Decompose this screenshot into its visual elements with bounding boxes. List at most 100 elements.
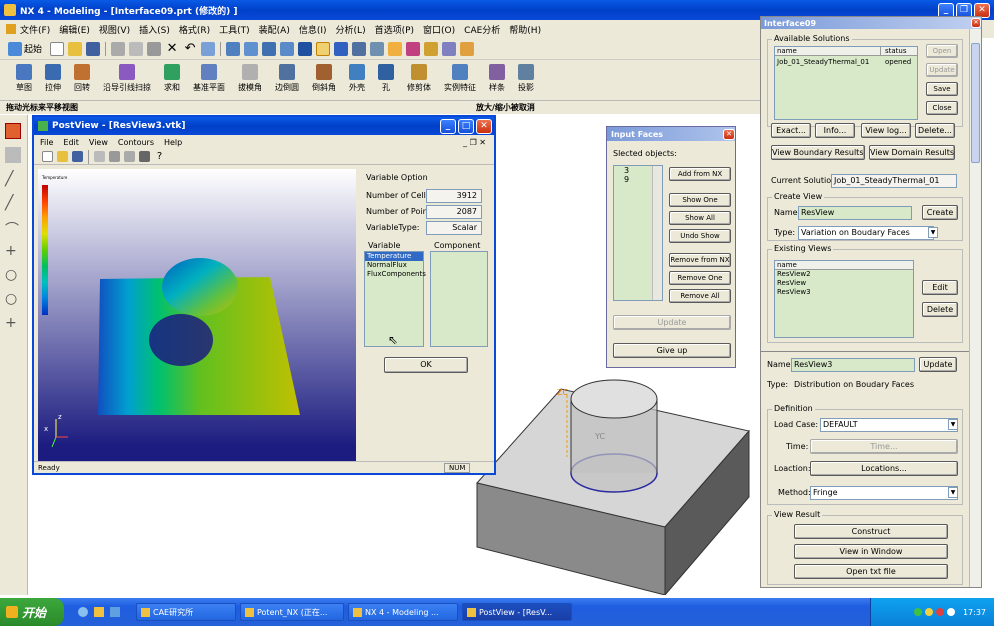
- method-select[interactable]: Fringe: [810, 486, 958, 500]
- magnify-icon[interactable]: [280, 41, 295, 56]
- quicklaunch-folder-icon[interactable]: [94, 607, 104, 617]
- menu-item[interactable]: 帮助(H): [509, 23, 541, 36]
- interface-panel[interactable]: Interface09 ✕ Available Solutions name s…: [760, 16, 982, 588]
- new-icon[interactable]: [42, 151, 53, 162]
- zoom-icon[interactable]: [244, 41, 259, 56]
- print-icon[interactable]: [139, 151, 150, 162]
- view-domain-results-button[interactable]: View Domain Results...: [869, 145, 955, 160]
- quicklaunch-media-icon[interactable]: [110, 607, 120, 617]
- menu-item[interactable]: 分析(L): [336, 23, 366, 36]
- open-file-icon[interactable]: [68, 41, 83, 56]
- variable-item[interactable]: Temperature: [365, 252, 423, 261]
- postview-menu-item[interactable]: Contours: [118, 138, 154, 147]
- ribbon-item[interactable]: 实例特征: [444, 64, 476, 93]
- menu-item[interactable]: 装配(A): [259, 23, 290, 36]
- save-icon[interactable]: [72, 151, 83, 162]
- list-scrollbar[interactable]: [652, 166, 662, 300]
- ribbon-item[interactable]: 修剪体: [407, 64, 431, 93]
- input-faces-button-3[interactable]: Undo Show: [669, 229, 731, 243]
- ribbon-item[interactable]: 草图: [16, 64, 32, 93]
- view-item[interactable]: ResView3: [775, 288, 913, 297]
- shade-icon[interactable]: [352, 41, 367, 56]
- point-tool-icon[interactable]: [5, 147, 21, 163]
- ribbon-item[interactable]: 拉伸: [45, 64, 61, 93]
- close-icon[interactable]: ✕: [723, 128, 735, 140]
- maximize-icon[interactable]: □: [458, 118, 474, 134]
- input-faces-button-1[interactable]: Show One: [669, 193, 731, 207]
- snap-icon[interactable]: [388, 41, 403, 56]
- postview-menu-item[interactable]: View: [89, 138, 108, 147]
- undo-icon[interactable]: ↶: [183, 41, 197, 56]
- menu-item[interactable]: 信息(I): [299, 23, 327, 36]
- table-row[interactable]: Job_01_SteadyThermal_01 opened: [775, 56, 917, 66]
- postview-menu-item[interactable]: Help: [164, 138, 182, 147]
- ribbon-item[interactable]: 样条: [489, 64, 505, 93]
- line2-tool-icon[interactable]: ╱: [5, 195, 21, 211]
- solution-side-button[interactable]: Close: [926, 101, 958, 115]
- select-icon[interactable]: [201, 41, 216, 56]
- help-icon[interactable]: ?: [154, 151, 165, 162]
- wcs-icon[interactable]: [460, 41, 475, 56]
- measure-icon[interactable]: [424, 41, 439, 56]
- interface-title-bar[interactable]: Interface09 ✕: [761, 17, 981, 29]
- circle2-tool-icon[interactable]: ○: [5, 291, 21, 307]
- update-button[interactable]: Update: [613, 315, 731, 330]
- select-tool-icon[interactable]: [5, 123, 21, 139]
- col-name-header[interactable]: name: [775, 47, 881, 55]
- time-button[interactable]: Time...: [810, 439, 958, 454]
- panel-scrollbar[interactable]: [969, 29, 981, 587]
- ribbon-item[interactable]: 沿导引线扫掠: [103, 64, 151, 93]
- existing-views-list[interactable]: name ResView2 ResView ResView3: [774, 260, 914, 338]
- menu-item[interactable]: 工具(T): [219, 23, 250, 36]
- copy-icon[interactable]: [109, 151, 120, 162]
- solution-side-button[interactable]: Update: [926, 63, 958, 77]
- solution-row-button[interactable]: View log...: [861, 123, 911, 138]
- menu-item[interactable]: 文件(F): [20, 23, 50, 36]
- menu-item[interactable]: 编辑(E): [59, 23, 90, 36]
- mdi-controls[interactable]: _ ❐ ✕: [463, 138, 486, 147]
- line-tool-icon[interactable]: ╱: [5, 171, 21, 187]
- solution-row-button[interactable]: Info...: [815, 123, 855, 138]
- construct-button[interactable]: Construct: [794, 524, 948, 539]
- quicklaunch-ie-icon[interactable]: [78, 607, 88, 617]
- new-file-icon[interactable]: [50, 41, 65, 56]
- locations-button[interactable]: Locations...: [810, 461, 958, 476]
- solution-side-button[interactable]: Save: [926, 82, 958, 96]
- delete-view-button[interactable]: Delete: [922, 302, 958, 317]
- input-faces-title-bar[interactable]: Input Faces ✕: [607, 127, 735, 141]
- view-type-select[interactable]: Variation on Boudary Faces: [798, 226, 934, 240]
- chevron-down-icon[interactable]: ▼: [928, 227, 938, 238]
- solution-row-button[interactable]: Delete...: [915, 123, 955, 138]
- rotate-icon[interactable]: [298, 41, 313, 56]
- col-status-header[interactable]: status: [881, 47, 907, 55]
- zoom-window-icon[interactable]: [262, 41, 277, 56]
- fit-icon[interactable]: [226, 41, 241, 56]
- give-up-button[interactable]: Give up: [613, 343, 731, 358]
- start-icon[interactable]: [8, 41, 22, 56]
- paste-icon[interactable]: [124, 151, 135, 162]
- render-icon[interactable]: [334, 41, 349, 56]
- menu-item[interactable]: 插入(S): [139, 23, 170, 36]
- ribbon-item[interactable]: 拔模角: [238, 64, 262, 93]
- views-name-header[interactable]: name: [775, 261, 913, 270]
- view-boundary-results-button[interactable]: View Boundary Results...: [771, 145, 865, 160]
- tray-shield-icon[interactable]: [924, 608, 933, 616]
- delete-icon[interactable]: ✕: [165, 41, 179, 56]
- menu-item[interactable]: 格式(R): [179, 23, 210, 36]
- open-icon[interactable]: [57, 151, 68, 162]
- view-orient-icon[interactable]: [370, 41, 385, 56]
- variable-item[interactable]: NormalFlux: [365, 261, 423, 270]
- create-button[interactable]: Create: [922, 205, 958, 220]
- input-faces-button-5[interactable]: Remove One: [669, 271, 731, 285]
- taskbar-button[interactable]: NX 4 - Modeling ...: [348, 603, 458, 621]
- ribbon-item[interactable]: 边倒圆: [275, 64, 299, 93]
- ribbon-item[interactable]: 基准平面: [193, 64, 225, 93]
- save-icon[interactable]: [86, 41, 101, 56]
- input-faces-button-2[interactable]: Show All: [669, 211, 731, 225]
- tray-network-icon[interactable]: [913, 608, 922, 616]
- minimize-icon[interactable]: _: [440, 118, 456, 134]
- ribbon-item[interactable]: 投影: [518, 64, 534, 93]
- load-case-select[interactable]: DEFAULT: [820, 418, 958, 432]
- postview-title-bar[interactable]: PostView - [ResView3.vtk] _ □ ✕: [34, 117, 494, 135]
- close-icon[interactable]: ✕: [476, 118, 492, 134]
